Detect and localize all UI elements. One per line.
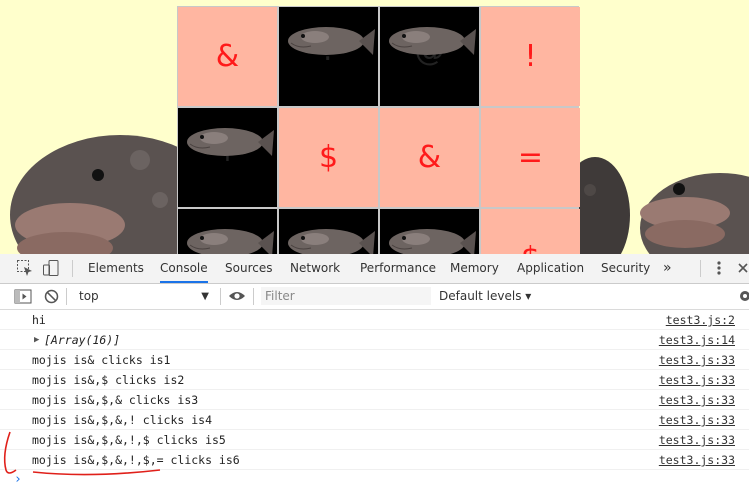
card[interactable]: ! — [481, 7, 580, 106]
divider — [66, 288, 67, 305]
filter-input[interactable] — [261, 287, 431, 305]
card[interactable]: & — [380, 108, 479, 207]
more-tabs-button[interactable]: » — [663, 254, 672, 283]
console-prompt[interactable]: › — [14, 472, 22, 487]
card[interactable]: $ — [481, 209, 580, 254]
clear-console-icon[interactable] — [44, 289, 59, 304]
card-symbol: $ — [521, 241, 540, 254]
tab-performance[interactable]: Performance — [360, 254, 436, 283]
tab-memory[interactable]: Memory — [450, 254, 499, 283]
expand-triangle-icon[interactable]: ▶ — [34, 330, 39, 350]
inspect-element-icon[interactable] — [16, 259, 34, 277]
kebab-menu-icon[interactable] — [712, 259, 726, 277]
source-link[interactable]: test3.js:33 — [659, 390, 735, 410]
console-message[interactable]: [Array(16)] — [44, 330, 120, 350]
tab-sources[interactable]: Sources — [225, 254, 272, 283]
context-selector[interactable]: top ▼ — [73, 287, 213, 306]
console-row: mojis is&,$,&,!,$ clicks is5 test3.js:33 — [0, 430, 749, 450]
console-message: mojis is&,$,&,!,$ clicks is5 — [32, 433, 226, 447]
card-symbol: = — [517, 140, 544, 175]
card-symbol: & — [215, 39, 240, 74]
card-symbol: $ — [318, 140, 339, 175]
fish-illustration-right — [640, 173, 749, 254]
source-link[interactable]: test3.js:14 — [659, 330, 735, 350]
tab-console[interactable]: Console — [160, 254, 208, 283]
source-link[interactable]: test3.js:33 — [659, 430, 735, 450]
chevron-down-icon: ▼ — [201, 291, 209, 302]
gear-icon[interactable] — [738, 289, 749, 303]
context-value: top — [79, 289, 99, 303]
card-symbol: ! — [524, 39, 537, 74]
divider — [253, 288, 254, 305]
card[interactable]: = — [481, 108, 580, 207]
log-levels-dropdown[interactable]: Default levels ▾ — [439, 287, 531, 306]
console-row: mojis is&,$,&,! clicks is4 test3.js:33 — [0, 410, 749, 430]
fish-illustration-left — [10, 135, 180, 254]
console-message: mojis is&,$ clicks is2 — [32, 373, 185, 387]
source-link[interactable]: test3.js:2 — [666, 310, 735, 330]
source-link[interactable]: test3.js:33 — [659, 350, 735, 370]
console-filterbar: top ▼ Default levels ▾ — [0, 284, 749, 310]
console-message: mojis is&,$,&,! clicks is4 — [32, 413, 213, 427]
tab-security[interactable]: Security — [601, 254, 650, 283]
card-grid: &?@!+$&=##?$ — [177, 6, 580, 254]
console-message: mojis is& clicks is1 — [32, 353, 171, 367]
tab-elements[interactable]: Elements — [88, 254, 144, 283]
console-row: mojis is&,$,& clicks is3 test3.js:33 — [0, 390, 749, 410]
console-row: mojis is&,$,&,!,$,= clicks is6 test3.js:3… — [0, 450, 749, 470]
card[interactable]: # — [279, 209, 378, 254]
card[interactable]: $ — [279, 108, 378, 207]
devtools-panel: Elements Console Sources Network Performance… — [0, 254, 749, 501]
console-message: hi — [32, 313, 46, 327]
page-viewport: &?@!+$&=##?$ — [0, 0, 749, 254]
console-message: mojis is&,$,& clicks is3 — [32, 393, 199, 407]
console-output: hi test3.js:2 ▶ [Array(16)] test3.js:14 mojis… — [0, 310, 749, 501]
card[interactable]: @ — [380, 7, 479, 106]
console-message: mojis is&,$,&,!,$,= clicks is6 — [32, 453, 240, 467]
source-link[interactable]: test3.js:33 — [659, 450, 735, 470]
console-row: mojis is& clicks is1 test3.js:33 — [0, 350, 749, 370]
card[interactable]: ? — [279, 7, 378, 106]
card[interactable]: # — [178, 209, 277, 254]
console-row: hi test3.js:2 — [0, 310, 749, 330]
divider — [700, 260, 701, 277]
card[interactable]: ? — [380, 209, 479, 254]
divider — [72, 260, 73, 277]
divider — [220, 288, 221, 305]
close-icon[interactable] — [737, 262, 749, 274]
card[interactable]: + — [178, 108, 277, 207]
source-link[interactable]: test3.js:33 — [659, 370, 735, 390]
card[interactable]: & — [178, 7, 277, 106]
eye-icon[interactable] — [228, 290, 246, 302]
device-toolbar-icon[interactable] — [42, 259, 60, 277]
show-sidebar-icon[interactable] — [14, 289, 32, 304]
card-symbol: & — [417, 140, 442, 175]
tab-network[interactable]: Network — [290, 254, 340, 283]
console-row: ▶ [Array(16)] test3.js:14 — [0, 330, 749, 350]
source-link[interactable]: test3.js:33 — [659, 410, 735, 430]
devtools-tabbar: Elements Console Sources Network Performance… — [0, 254, 749, 284]
tab-application[interactable]: Application — [517, 254, 584, 283]
console-row: mojis is&,$ clicks is2 test3.js:33 — [0, 370, 749, 390]
